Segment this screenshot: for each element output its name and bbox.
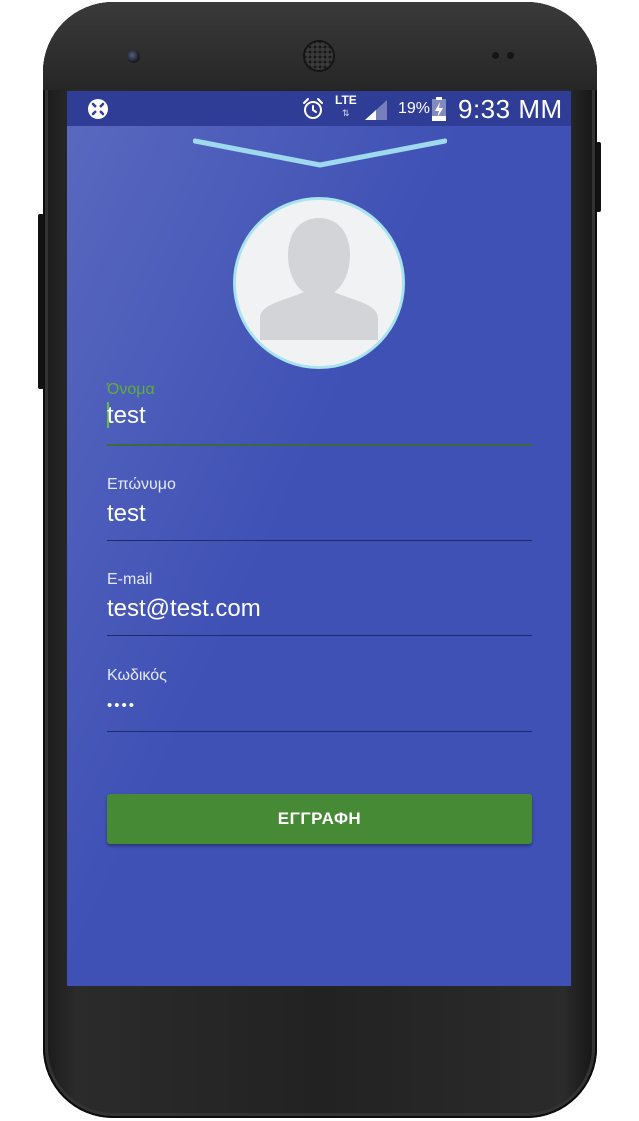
last-name-underline: [107, 540, 532, 541]
email-field[interactable]: E-mail test@test.com: [107, 571, 532, 637]
password-underline: [107, 731, 532, 732]
first-name-field[interactable]: Όνομα test: [107, 381, 532, 447]
user-silhouette-icon: [236, 200, 402, 366]
status-bar: LTE ⇅ 19% 9:33 MM: [67, 91, 571, 126]
earpiece-speaker: [305, 42, 333, 70]
first-name-input[interactable]: test: [107, 402, 146, 430]
last-name-label: Επώνυμο: [107, 476, 176, 493]
email-input[interactable]: test@test.com: [107, 595, 261, 623]
profile-avatar[interactable]: [233, 197, 405, 369]
app-notification-icon: [88, 99, 108, 119]
volume-button: [38, 214, 44, 389]
email-underline: [107, 635, 532, 636]
first-name-underline: [107, 444, 532, 446]
first-name-label: Όνομα: [107, 381, 155, 398]
network-type-label: LTE: [335, 93, 357, 107]
battery-charging-icon: [432, 97, 446, 121]
proximity-sensor: [492, 52, 499, 59]
last-name-input[interactable]: test: [107, 500, 146, 528]
password-label: Κωδικός: [107, 667, 167, 684]
alarm-icon: [303, 98, 323, 119]
status-time: 9:33 MM: [458, 94, 563, 124]
power-button: [596, 142, 601, 212]
header-chevron-decoration: [193, 138, 447, 168]
password-input[interactable]: ••••: [107, 698, 136, 714]
email-label: E-mail: [107, 571, 153, 588]
register-button[interactable]: ΕΓΓΡΑΦΗ: [107, 794, 532, 844]
password-field[interactable]: Κωδικός ••••: [107, 667, 532, 733]
app-screen: LTE ⇅ 19% 9:33 MM Όνομα test Επώνυμο tes…: [67, 91, 571, 986]
light-sensor: [507, 52, 514, 59]
front-camera: [127, 50, 140, 63]
last-name-field[interactable]: Επώνυμο test: [107, 476, 532, 542]
battery-percent: 19%: [398, 100, 431, 117]
cell-signal-icon: [365, 100, 387, 120]
data-activity-arrows: ⇅: [342, 108, 350, 118]
